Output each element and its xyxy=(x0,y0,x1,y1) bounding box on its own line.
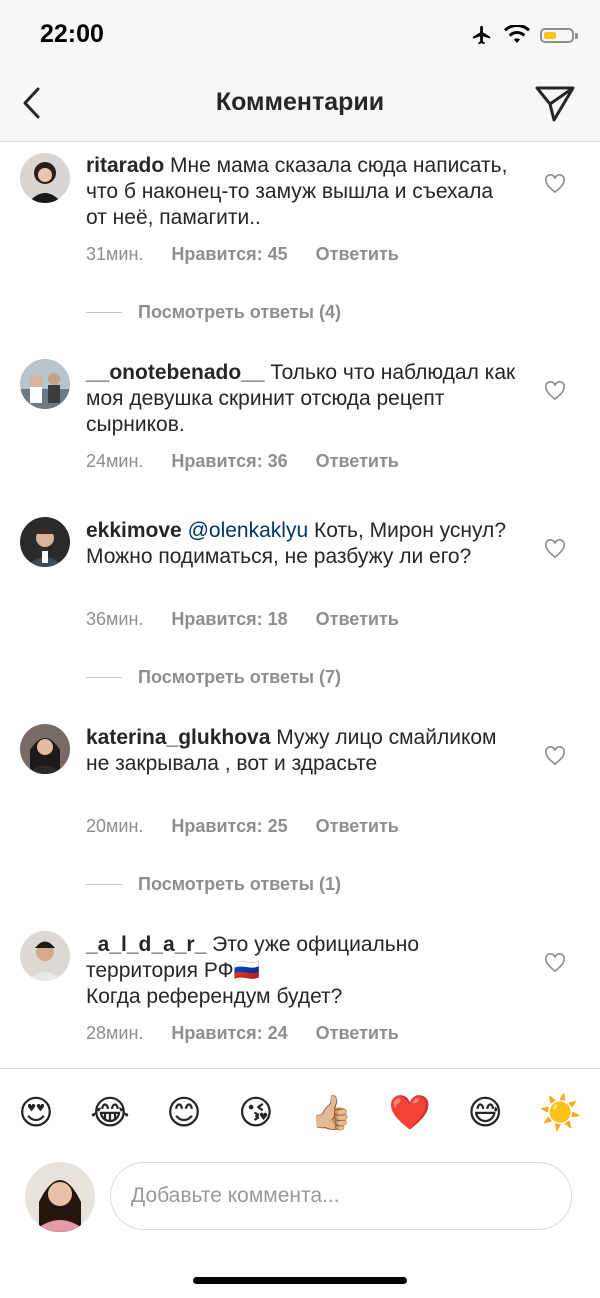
current-user-avatar xyxy=(25,1162,95,1232)
comment-username[interactable]: katerina_glukhova xyxy=(86,726,270,749)
emoji-thumbs-up[interactable]: 👍🏼 xyxy=(310,1091,352,1135)
view-replies[interactable]: Посмотреть ответы (1) xyxy=(86,874,341,895)
comment-time: 36мин. xyxy=(86,609,144,629)
emoji-smiling[interactable]: 😊 xyxy=(166,1091,201,1135)
top-bar: 22:00 Комментарии xyxy=(0,0,600,142)
comment-likes[interactable]: Нравится: 45 xyxy=(171,244,287,265)
avatar[interactable] xyxy=(20,724,70,774)
divider xyxy=(86,312,122,313)
comment-time: 24мин. xyxy=(86,451,144,471)
divider xyxy=(86,884,122,885)
view-replies[interactable]: Посмотреть ответы (4) xyxy=(86,302,341,323)
comment-likes[interactable]: Нравится: 18 xyxy=(171,609,287,630)
comment-likes[interactable]: Нравится: 25 xyxy=(171,816,287,837)
view-replies-label: Посмотреть ответы (4) xyxy=(138,302,341,322)
comment-meta: 28мин. Нравится: 24 Ответить xyxy=(86,1023,399,1044)
comment-meta: 36мин. Нравится: 18 Ответить xyxy=(86,609,399,630)
view-replies-label: Посмотреть ответы (1) xyxy=(138,874,341,894)
view-replies-label: Посмотреть ответы (7) xyxy=(138,667,341,687)
emoji-row: 😍 😂 😊 😘 👍🏼 ❤️ 😅 ☀️ xyxy=(0,1091,600,1135)
divider xyxy=(86,677,122,678)
comment-text-line2: Когда референдум будет? xyxy=(86,985,343,1008)
comment-username[interactable]: _a_l_d_a_r_ xyxy=(86,933,206,956)
emoji-heart-eyes[interactable]: 😍 xyxy=(18,1091,53,1135)
avatar[interactable] xyxy=(20,517,70,567)
emoji-bar: 😍 😂 😊 😘 👍🏼 ❤️ 😅 ☀️ xyxy=(0,1068,600,1157)
like-heart-icon[interactable] xyxy=(544,539,566,559)
comment-username[interactable]: __onotebenado__ xyxy=(86,361,265,384)
comment-likes[interactable]: Нравится: 24 xyxy=(171,1023,287,1044)
direct-send-icon[interactable] xyxy=(534,84,576,124)
comment-mention[interactable]: @olenkaklyu xyxy=(188,519,309,542)
reply-button[interactable]: Ответить xyxy=(316,609,399,630)
avatar[interactable] xyxy=(20,359,70,409)
comment-body: ritarado Мне мама сказала сюда написать,… xyxy=(86,153,516,231)
comment-time: 31мин. xyxy=(86,244,144,264)
comment-body: ekkimove @olenkaklyu Коть, Мирон уснул? … xyxy=(86,518,516,570)
comment-body: katerina_glukhova Мужу лицо смайликом не… xyxy=(86,725,516,777)
emoji-red-heart[interactable]: ❤️ xyxy=(389,1091,431,1135)
reply-button[interactable]: Ответить xyxy=(316,244,399,265)
battery-icon xyxy=(540,27,578,43)
avatar[interactable] xyxy=(20,153,70,203)
emoji-kiss[interactable]: 😘 xyxy=(238,1091,273,1135)
comment-body: _a_l_d_a_r_ Это уже официально территори… xyxy=(86,932,516,1010)
comment-username[interactable]: ekkimove xyxy=(86,519,182,542)
comment-list[interactable]: ritarado Мне мама сказала сюда написать,… xyxy=(0,141,600,1068)
reply-button[interactable]: Ответить xyxy=(316,451,399,472)
comment-meta: 20мин. Нравится: 25 Ответить xyxy=(86,816,399,837)
comment-input[interactable] xyxy=(110,1162,572,1230)
comment-time: 20мин. xyxy=(86,816,144,836)
like-heart-icon[interactable] xyxy=(544,746,566,766)
avatar[interactable] xyxy=(20,931,70,981)
emoji-tears-of-joy[interactable]: 😂 xyxy=(90,1091,130,1135)
comment-likes[interactable]: Нравится: 36 xyxy=(171,451,287,472)
comment-body: __onotebenado__ Только что наблюдал как … xyxy=(86,360,516,438)
like-heart-icon[interactable] xyxy=(544,953,566,973)
emoji-sun[interactable]: ☀️ xyxy=(539,1091,581,1135)
status-time: 22:00 xyxy=(40,20,104,48)
reply-button[interactable]: Ответить xyxy=(316,1023,399,1044)
page-title: Комментарии xyxy=(215,88,385,116)
comment-username[interactable]: ritarado xyxy=(86,154,164,177)
status-icons xyxy=(470,24,578,46)
reply-button[interactable]: Ответить xyxy=(316,816,399,837)
like-heart-icon[interactable] xyxy=(544,381,566,401)
like-heart-icon[interactable] xyxy=(544,174,566,194)
home-indicator[interactable] xyxy=(193,1277,407,1284)
airplane-icon xyxy=(472,25,491,45)
view-replies[interactable]: Посмотреть ответы (7) xyxy=(86,667,341,688)
comment-meta: 31мин. Нравится: 45 Ответить xyxy=(86,244,399,265)
comment-meta: 24мин. Нравится: 36 Ответить xyxy=(86,451,399,472)
wifi-icon xyxy=(504,25,530,43)
comment-time: 28мин. xyxy=(86,1023,144,1043)
emoji-sweat-smile[interactable]: 😅 xyxy=(468,1091,503,1135)
